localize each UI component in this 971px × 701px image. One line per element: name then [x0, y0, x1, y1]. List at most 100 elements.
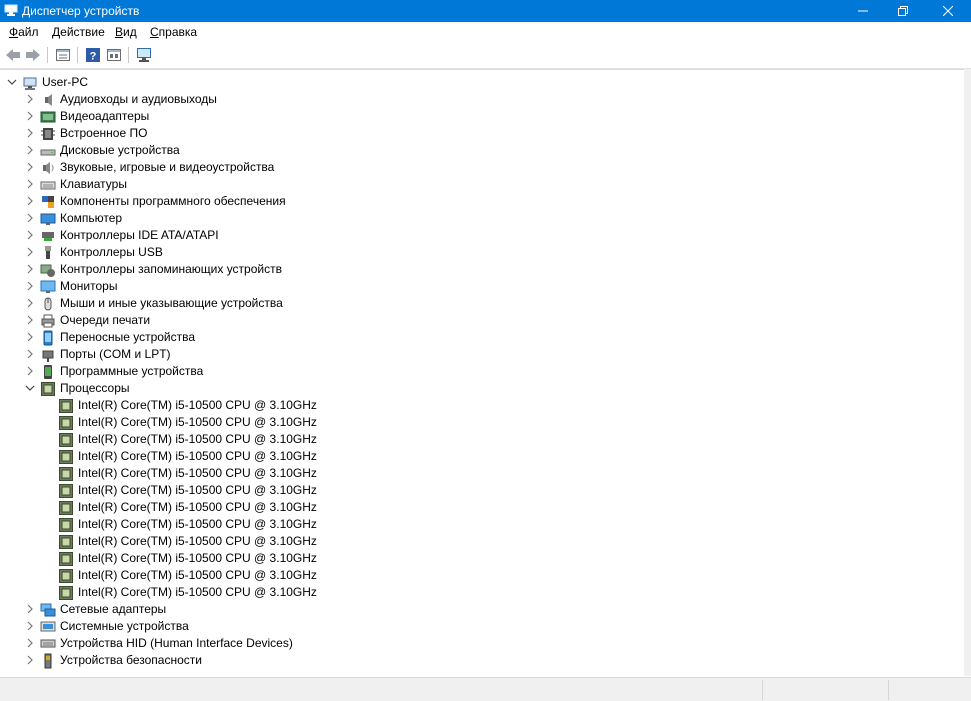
chevron-down-icon[interactable]: [25, 383, 35, 393]
tree-row-category-15[interactable]: Порты (COM и LPT): [0, 346, 960, 363]
tree-row-cpu-2[interactable]: Intel(R) Core(TM) i5-10500 CPU @ 3.10GHz: [0, 431, 960, 448]
toolbar-separator: [47, 47, 48, 63]
tree-row-category-13[interactable]: Очереди печати: [0, 312, 960, 329]
tree-item-label: Intel(R) Core(TM) i5-10500 CPU @ 3.10GHz: [78, 415, 317, 429]
tree-row-cpu-6[interactable]: Intel(R) Core(TM) i5-10500 CPU @ 3.10GHz: [0, 499, 960, 516]
tree-row-cpu-8[interactable]: Intel(R) Core(TM) i5-10500 CPU @ 3.10GHz: [0, 533, 960, 550]
processor-icon: [58, 449, 74, 465]
tree-row-category-3[interactable]: Дисковые устройства: [0, 142, 960, 159]
device-tree[interactable]: User-PC Аудиовходы и аудиовыходы Видеоадап…: [0, 69, 966, 677]
menu-file[interactable]: Файл: [9, 25, 39, 39]
chevron-right-icon[interactable]: [25, 621, 35, 631]
tree-row-category-10[interactable]: Контроллеры запоминающих устройств: [0, 261, 960, 278]
tree-row-category-after-3[interactable]: Устройства безопасности: [0, 652, 960, 669]
tree-row-cpu-5[interactable]: Intel(R) Core(TM) i5-10500 CPU @ 3.10GHz: [0, 482, 960, 499]
tree-row-category-4[interactable]: Звуковые, игровые и видеоустройства: [0, 159, 960, 176]
close-button[interactable]: [925, 0, 971, 22]
tree-item-label: Контроллеры запоминающих устройств: [60, 262, 282, 276]
tree-row-cpu-11[interactable]: Intel(R) Core(TM) i5-10500 CPU @ 3.10GHz: [0, 584, 960, 601]
tree-item-label: Контроллеры USB: [60, 245, 163, 259]
menu-bar: Файл Действие Вид Справка: [0, 22, 971, 42]
usb-icon: [40, 245, 56, 261]
tree-row-cpu-10[interactable]: Intel(R) Core(TM) i5-10500 CPU @ 3.10GHz: [0, 567, 960, 584]
window-title: Диспетчер устройств: [22, 4, 140, 18]
tree-item-label: Дисковые устройства: [60, 143, 180, 157]
tree-item-label: Сетевые адаптеры: [60, 602, 167, 616]
chevron-right-icon[interactable]: [25, 179, 35, 189]
tree-row-user-pc[interactable]: User-PC: [0, 74, 960, 91]
tree-row-category-9[interactable]: Контроллеры USB: [0, 244, 960, 261]
chevron-right-icon[interactable]: [25, 349, 35, 359]
tree-item-label: Компьютер: [60, 211, 123, 225]
toolbar-separator: [128, 47, 129, 63]
tree-row-category-1[interactable]: Видеоадаптеры: [0, 108, 960, 125]
tree-item-label: Устройства HID (Human Interface Devices): [60, 636, 293, 650]
menu-view[interactable]: Вид: [115, 25, 137, 39]
chevron-right-icon[interactable]: [25, 94, 35, 104]
tree-row-category-7[interactable]: Компьютер: [0, 210, 960, 227]
chevron-right-icon[interactable]: [25, 247, 35, 257]
chevron-right-icon[interactable]: [25, 332, 35, 342]
portable-device-icon: [40, 330, 56, 346]
chevron-down-icon[interactable]: [7, 77, 17, 87]
chevron-right-icon[interactable]: [25, 213, 35, 223]
chevron-right-icon[interactable]: [25, 128, 35, 138]
ide-controller-icon: [40, 228, 56, 244]
tree-item-label: Контроллеры IDE ATA/ATAPI: [60, 228, 219, 242]
chevron-right-icon[interactable]: [25, 315, 35, 325]
tree-item-label: Intel(R) Core(TM) i5-10500 CPU @ 3.10GHz: [78, 500, 317, 514]
tree-row-category-5[interactable]: Клавиатуры: [0, 176, 960, 193]
chevron-right-icon[interactable]: [25, 111, 35, 121]
chevron-right-icon[interactable]: [25, 366, 35, 376]
tree-row-category-2[interactable]: Встроенное ПО: [0, 125, 960, 142]
tree-row-cpu-3[interactable]: Intel(R) Core(TM) i5-10500 CPU @ 3.10GHz: [0, 448, 960, 465]
tree-row-category-14[interactable]: Переносные устройства: [0, 329, 960, 346]
menu-action[interactable]: Действие: [52, 25, 105, 39]
tree-row-category-8[interactable]: Контроллеры IDE ATA/ATAPI: [0, 227, 960, 244]
chevron-right-icon[interactable]: [25, 655, 35, 665]
scan-hardware-icon[interactable]: [135, 46, 153, 64]
restore-button[interactable]: [880, 0, 926, 22]
printer-icon: [40, 313, 56, 329]
tree-row-category-16[interactable]: Программные устройства: [0, 363, 960, 380]
storage-controller-icon: [40, 262, 56, 278]
audio-io-icon: [40, 92, 56, 108]
tree-row-category-0[interactable]: Аудиовходы и аудиовыходы: [0, 91, 960, 108]
chevron-right-icon[interactable]: [25, 281, 35, 291]
hid-icon: [40, 636, 56, 652]
chevron-right-icon[interactable]: [25, 145, 35, 155]
tree-row-category-after-1[interactable]: Системные устройства: [0, 618, 960, 635]
processor-icon: [58, 534, 74, 550]
forward-icon[interactable]: [24, 46, 42, 64]
tree-row-cpu-7[interactable]: Intel(R) Core(TM) i5-10500 CPU @ 3.10GHz: [0, 516, 960, 533]
tree-row-category-6[interactable]: Компоненты программного обеспечения: [0, 193, 960, 210]
tree-row-category-12[interactable]: Мыши и иные указывающие устройства: [0, 295, 960, 312]
tree-row-cpu-9[interactable]: Intel(R) Core(TM) i5-10500 CPU @ 3.10GHz: [0, 550, 960, 567]
tree-item-label: Intel(R) Core(TM) i5-10500 CPU @ 3.10GHz: [78, 466, 317, 480]
chevron-right-icon[interactable]: [25, 298, 35, 308]
chevron-right-icon[interactable]: [25, 162, 35, 172]
tree-row-category-11[interactable]: Мониторы: [0, 278, 960, 295]
chevron-right-icon[interactable]: [25, 196, 35, 206]
chevron-right-icon[interactable]: [25, 230, 35, 240]
tree-item-label: Мониторы: [60, 279, 118, 293]
tree-item-label: Intel(R) Core(TM) i5-10500 CPU @ 3.10GHz: [78, 483, 317, 497]
chevron-right-icon[interactable]: [25, 264, 35, 274]
tree-item-label: Intel(R) Core(TM) i5-10500 CPU @ 3.10GHz: [78, 585, 317, 599]
properties-view-icon[interactable]: [54, 46, 72, 64]
chevron-right-icon[interactable]: [25, 604, 35, 614]
chevron-right-icon[interactable]: [25, 638, 35, 648]
tree-row-processors[interactable]: Процессоры: [0, 380, 960, 397]
vertical-scrollbar[interactable]: [964, 69, 971, 676]
tree-item-label: Программные устройства: [60, 364, 204, 378]
menu-help[interactable]: Справка: [150, 25, 197, 39]
help-icon[interactable]: ?: [84, 46, 102, 64]
tree-row-cpu-0[interactable]: Intel(R) Core(TM) i5-10500 CPU @ 3.10GHz: [0, 397, 960, 414]
tree-row-category-after-2[interactable]: Устройства HID (Human Interface Devices): [0, 635, 960, 652]
tree-row-cpu-1[interactable]: Intel(R) Core(TM) i5-10500 CPU @ 3.10GHz: [0, 414, 960, 431]
back-icon[interactable]: [4, 46, 22, 64]
tree-row-category-after-0[interactable]: Сетевые адаптеры: [0, 601, 960, 618]
tree-row-cpu-4[interactable]: Intel(R) Core(TM) i5-10500 CPU @ 3.10GHz: [0, 465, 960, 482]
update-driver-icon[interactable]: [105, 46, 123, 64]
processor-icon: [40, 381, 56, 397]
